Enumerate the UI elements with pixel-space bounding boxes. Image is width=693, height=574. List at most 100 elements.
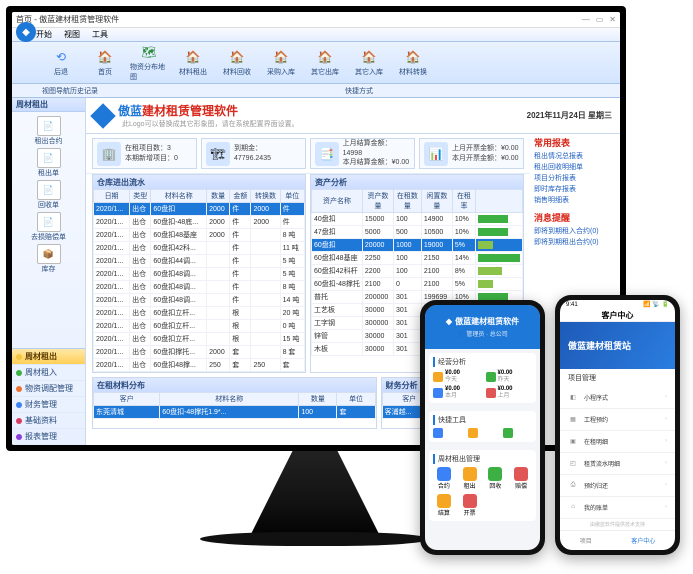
- sidebar-nav-item[interactable]: 报表管理: [12, 429, 85, 445]
- list-row[interactable]: ▦ 工程预约 ›: [560, 409, 675, 431]
- column-header[interactable]: 单位: [280, 190, 304, 203]
- table-row[interactable]: 2020/1...出仓60盘扣2000件2000件: [94, 203, 305, 216]
- toolbar-button[interactable]: 🏠 其它入库: [350, 48, 388, 77]
- table-row[interactable]: 60盘扣-48撑托2100021005%: [312, 278, 523, 291]
- column-header[interactable]: 资产名称: [312, 190, 363, 213]
- table-row[interactable]: 2020/1...出仓60盘扣48调...件14 吨: [94, 294, 305, 307]
- toolbar-button[interactable]: 🏠 材料回收: [218, 48, 256, 77]
- mgmt-item[interactable]: 开票: [459, 494, 481, 517]
- mgmt-item[interactable]: 回收: [485, 467, 507, 490]
- table-row[interactable]: 47盘扣50005001050010%: [312, 226, 523, 239]
- list-row[interactable]: ⌂ 我的账单 ›: [560, 497, 675, 519]
- sidebar-icon-button[interactable]: 📄 租出单: [29, 148, 69, 178]
- column-header[interactable]: 日期: [94, 190, 130, 203]
- alert-link[interactable]: 即将到期租出合约(0): [534, 237, 616, 247]
- rented-material-grid[interactable]: 客户材料名称数量单位东莞清城60盘扣-48撑托1.9*...100套: [93, 392, 376, 419]
- table-row[interactable]: 60盘扣48基座2250100215014%: [312, 252, 523, 265]
- table-row[interactable]: 60盘扣200001000190005%: [312, 239, 523, 252]
- column-header[interactable]: 材料名称: [151, 190, 207, 203]
- report-link[interactable]: 项目分析报表: [534, 173, 616, 183]
- table-row[interactable]: 2020/1...出仓60盘扣42科...件11 吨: [94, 242, 305, 255]
- toolbar-button[interactable]: 🗺 物资分布地图: [130, 43, 168, 82]
- stat-card[interactable]: 🏢 在租项目数：3本期新增项目：0: [92, 138, 197, 169]
- column-header[interactable]: 闲置数量: [421, 190, 452, 213]
- report-link[interactable]: 租出情况总报表: [534, 151, 616, 161]
- table-cell: 2000: [207, 203, 230, 216]
- toolbar-button[interactable]: 🏠 材料租出: [174, 48, 212, 77]
- ribbon-tab-start[interactable]: 开始: [36, 29, 52, 40]
- table-row[interactable]: 2020/1...出仓60盘扣-48底...2000件2000件: [94, 216, 305, 229]
- minimize-button[interactable]: —: [582, 15, 590, 24]
- table-cell: 2020/1...: [94, 294, 130, 307]
- report-link[interactable]: 租出回收明细单: [534, 162, 616, 172]
- sidebar-icon-button[interactable]: 📄 租出合约: [29, 116, 69, 146]
- analysis-item[interactable]: ¥0.00上月: [486, 386, 533, 399]
- report-link[interactable]: 即时库存报表: [534, 184, 616, 194]
- ribbon-tab-tools[interactable]: 工具: [92, 29, 108, 40]
- sidebar-icon-button[interactable]: 📦 库存: [29, 244, 69, 274]
- table-row[interactable]: 60盘扣42科杆220010021008%: [312, 265, 523, 278]
- table-row[interactable]: 2020/1...出仓60盘扣撑托...2000套8 套: [94, 346, 305, 359]
- column-header[interactable]: 数量: [207, 190, 230, 203]
- mgmt-item[interactable]: 合约: [433, 467, 455, 490]
- table-row[interactable]: 2020/1...出仓60盘扣48调...件8 吨: [94, 281, 305, 294]
- close-button[interactable]: ✕: [609, 15, 616, 24]
- mgmt-item[interactable]: 租出: [459, 467, 481, 490]
- stat-card[interactable]: 🏗 到期金：47796.2435: [201, 138, 306, 169]
- sidebar-nav-item[interactable]: 物资调配管理: [12, 381, 85, 397]
- analysis-item[interactable]: ¥0.00今天: [433, 370, 480, 383]
- table-row[interactable]: 2020/1...出仓60盘扣48撑...250套250套: [94, 359, 305, 372]
- toolbar-button[interactable]: 🏠 采购入库: [262, 48, 300, 77]
- column-header[interactable]: 在租率: [452, 190, 475, 213]
- tool-item[interactable]: [503, 428, 532, 438]
- column-header[interactable]: 转换数: [251, 190, 280, 203]
- warehouse-flow-grid[interactable]: 日期类型材料名称数量金额转换数单位2020/1...出仓60盘扣2000件200…: [93, 189, 305, 372]
- tool-item[interactable]: [468, 428, 497, 438]
- stat-card[interactable]: 📊 上月开票金额：¥0.00本月开票金额：¥0.00: [419, 138, 524, 169]
- tabbar-item[interactable]: 客户中心: [631, 536, 655, 545]
- alert-link[interactable]: 即将到期租入合约(0): [534, 226, 616, 236]
- table-row[interactable]: 2020/1...出仓60盘扣48调...件5 吨: [94, 268, 305, 281]
- toolbar-button[interactable]: ⟲ 后退: [42, 48, 80, 77]
- analysis-title: 经营分析: [433, 357, 532, 367]
- list-row[interactable]: ⎙ 预约归还 ›: [560, 475, 675, 497]
- mgmt-item[interactable]: 结算: [433, 494, 455, 517]
- table-row[interactable]: 2020/1...出仓60盘扣立杆...根0 吨: [94, 320, 305, 333]
- toolbar-button[interactable]: 🏠 其它出库: [306, 48, 344, 77]
- report-link[interactable]: 销售明细表: [534, 195, 616, 205]
- sidebar-nav-item[interactable]: 周材租入: [12, 365, 85, 381]
- table-row[interactable]: 40盘扣150001001490010%: [312, 213, 523, 226]
- column-header[interactable]: 金额: [230, 190, 251, 203]
- column-header[interactable]: 类型: [130, 190, 151, 203]
- stat-card[interactable]: 📑 上月结算金额：14998本月结算金额：¥0.00: [310, 138, 415, 169]
- column-header[interactable]: 材料名称: [160, 393, 299, 406]
- analysis-item[interactable]: ¥0.00昨天: [486, 370, 533, 383]
- maximize-button[interactable]: ▭: [596, 15, 604, 24]
- list-row[interactable]: ◰ 租赁流水明细 ›: [560, 453, 675, 475]
- column-header[interactable]: 单位: [337, 393, 375, 406]
- table-row[interactable]: 2020/1...出仓60盘扣44调...件5 吨: [94, 255, 305, 268]
- column-header[interactable]: 数量: [299, 393, 337, 406]
- mgmt-item[interactable]: 赔偿: [510, 467, 532, 490]
- list-row[interactable]: ▣ 在租明细 ›: [560, 431, 675, 453]
- sidebar-icon-button[interactable]: 📄 回收单: [29, 180, 69, 210]
- column-header[interactable]: 在租数量: [393, 190, 421, 213]
- app-menu-button[interactable]: ◆: [16, 22, 36, 42]
- sidebar-nav-item[interactable]: 基础资料: [12, 413, 85, 429]
- toolbar-button[interactable]: 🏠 首页: [86, 48, 124, 77]
- tabbar-item[interactable]: 项目: [580, 536, 592, 545]
- table-row[interactable]: 2020/1...出仓60盘扣48基座2000件8 吨: [94, 229, 305, 242]
- column-header[interactable]: 客户: [94, 393, 160, 406]
- ribbon-tab-view[interactable]: 视图: [64, 29, 80, 40]
- table-row[interactable]: 东莞清城60盘扣-48撑托1.9*...100套: [94, 406, 376, 419]
- sidebar-nav-item[interactable]: 财务管理: [12, 397, 85, 413]
- tool-item[interactable]: [433, 428, 462, 438]
- toolbar-button[interactable]: 🏠 材料转换: [394, 48, 432, 77]
- table-row[interactable]: 2020/1...出仓60盘扣立杆...根20 吨: [94, 307, 305, 320]
- sidebar-nav-item[interactable]: 周材租出: [12, 349, 85, 365]
- sidebar-icon-button[interactable]: 📄 去损赔偿单: [29, 212, 69, 242]
- analysis-item[interactable]: ¥0.00本月: [433, 386, 480, 399]
- table-row[interactable]: 2020/1...出仓60盘扣立杆...根15 吨: [94, 333, 305, 346]
- column-header[interactable]: 资产数量: [362, 190, 393, 213]
- list-row[interactable]: ◧ 小程序式 ›: [560, 387, 675, 409]
